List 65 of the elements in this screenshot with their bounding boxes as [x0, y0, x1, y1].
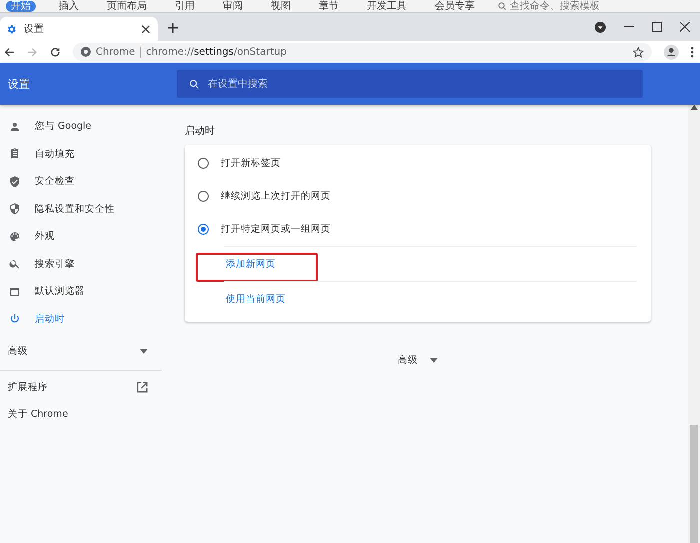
option-label: 继续浏览上次打开的网页 — [221, 190, 331, 203]
option-label: 打开新标签页 — [221, 157, 281, 170]
radio-button[interactable] — [198, 224, 209, 235]
search-field[interactable]: 查找命令、搜索模板 — [510, 0, 600, 13]
shield-icon — [9, 203, 21, 216]
ribbon-tab[interactable]: 页面布局 — [102, 0, 152, 12]
ribbon-tab[interactable]: 插入 — [54, 0, 84, 12]
avatar-icon[interactable] — [664, 44, 679, 60]
person-icon — [9, 120, 21, 133]
external-link-icon[interactable] — [137, 382, 148, 393]
ribbon-tab[interactable]: 章节 — [314, 0, 344, 12]
ribbon-tab[interactable]: 开始 — [6, 0, 36, 12]
ribbon-tab[interactable]: 会员专享 — [430, 0, 480, 12]
dropdown-caret-icon[interactable] — [430, 358, 438, 363]
sidebar-item[interactable]: 安全检查 — [0, 168, 162, 196]
ribbon-tab[interactable]: 引用 — [170, 0, 200, 12]
extensions-link[interactable]: 扩展程序 — [8, 381, 48, 394]
back-arrow-icon[interactable] — [4, 46, 15, 58]
ribbon-tab[interactable]: 审阅 — [218, 0, 248, 12]
close-icon[interactable] — [680, 22, 690, 32]
search-icon — [498, 2, 507, 10]
tab-title: 设置 — [24, 22, 45, 36]
gear-icon — [6, 24, 17, 34]
page-title: 设置 — [7, 76, 31, 92]
menu-icon[interactable] — [691, 46, 694, 58]
option-label: 打开特定网页或一组网页 — [221, 223, 331, 236]
about-chrome-link[interactable]: 关于 Chrome — [8, 408, 68, 421]
browser-tab[interactable]: 设置 — [0, 17, 158, 41]
address-bar[interactable]: Chrome chrome://settings/onStartup — [73, 43, 652, 61]
clipboard-icon — [9, 148, 21, 160]
chrome-info-icon — [81, 47, 91, 57]
close-icon[interactable] — [140, 24, 152, 34]
ribbon-tab[interactable]: 视图 — [266, 0, 296, 12]
sidebar-item[interactable]: 搜索引擎 — [0, 250, 162, 278]
browser-window-icon — [9, 286, 21, 298]
dropdown-caret-icon[interactable] — [140, 349, 148, 354]
reload-icon[interactable] — [50, 46, 61, 58]
section-title: 启动时 — [185, 124, 216, 139]
radio-button[interactable] — [198, 191, 209, 202]
tab-search-icon[interactable] — [595, 22, 606, 32]
sidebar-item[interactable]: 您与 Google — [0, 113, 162, 140]
sidebar-item[interactable]: 隐私设置和安全性 — [0, 196, 162, 223]
search-icon — [189, 78, 200, 90]
scroll-thumb[interactable] — [690, 425, 698, 543]
new-tab-icon[interactable] — [168, 23, 178, 33]
palette-icon — [9, 230, 21, 243]
link[interactable]: 添加新网页 — [226, 258, 276, 270]
radio-button[interactable] — [198, 158, 209, 169]
search-icon — [9, 258, 21, 270]
sidebar-item[interactable]: 默认浏览器 — [0, 278, 162, 306]
advanced-toggle[interactable]: 高级 — [398, 354, 418, 367]
site-name: Chrome — [96, 46, 136, 58]
maximize-icon[interactable] — [652, 22, 662, 32]
link[interactable]: 使用当前网页 — [226, 292, 286, 306]
shield-check-icon — [9, 176, 21, 188]
sidebar-item[interactable]: 外观 — [0, 223, 162, 250]
sidebar-item[interactable]: 启动时 — [0, 306, 162, 333]
scrollbar[interactable] — [688, 105, 700, 543]
url-text: chrome://settings/onStartup — [146, 46, 287, 58]
search-field[interactable]: 在设置中搜索 — [177, 70, 643, 98]
sidebar-item[interactable]: 自动填充 — [0, 140, 162, 168]
power-icon — [9, 313, 21, 326]
advanced-toggle[interactable]: 高级 — [8, 345, 28, 358]
star-icon[interactable] — [633, 46, 644, 58]
ribbon-tab[interactable]: 开发工具 — [362, 0, 412, 12]
